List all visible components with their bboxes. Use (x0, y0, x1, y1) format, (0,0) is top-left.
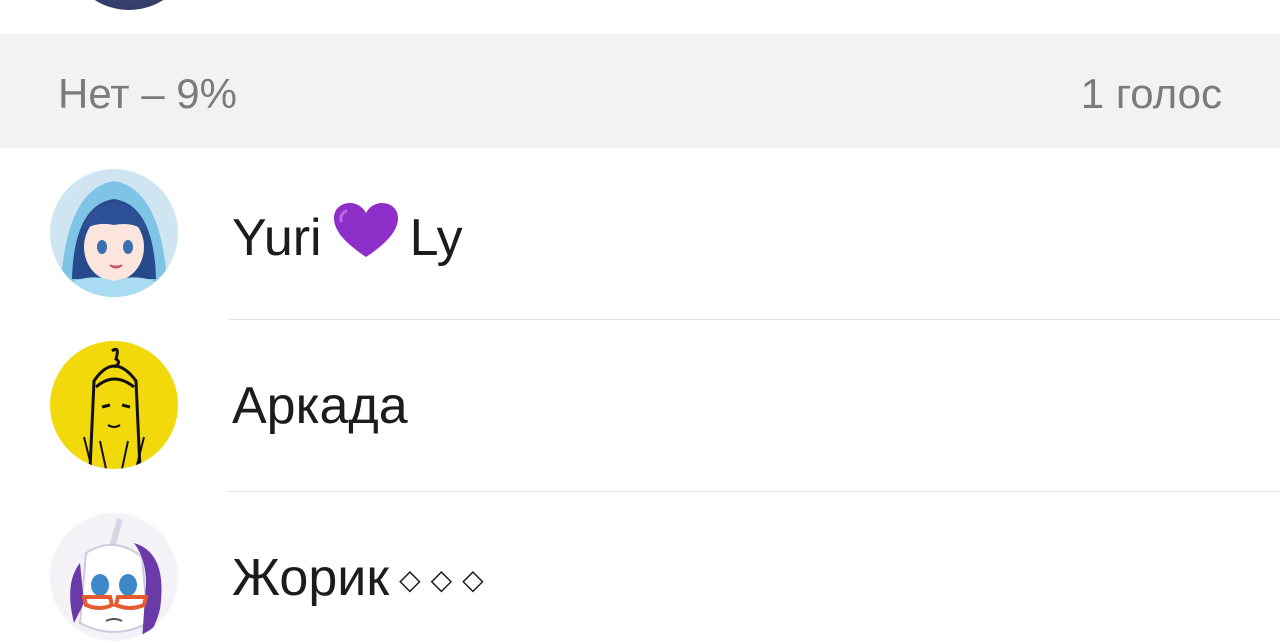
voter-name-part: Жорик (232, 549, 390, 607)
purple-heart-icon (333, 203, 398, 273)
avatar-anime-blue-hood-icon (50, 169, 178, 297)
voter-row[interactable]: Аркада (0, 320, 1280, 491)
diamond-decoration: ◇◇◇ (399, 563, 494, 596)
avatar-anime-yellow-sketch-icon (50, 341, 178, 469)
poll-option-vote-count: 1 голос (1080, 70, 1222, 117)
avatar (50, 169, 178, 297)
voter-row[interactable]: Yuri Ly (0, 148, 1280, 319)
avatar (50, 341, 178, 469)
voter-name: Жорик ◇◇◇ (232, 547, 494, 611)
avatar (50, 513, 178, 641)
avatar-white-pony-glasses-icon (50, 513, 178, 641)
poll-option-title: Нет – 9% (58, 70, 237, 117)
voter-name-part: Yuri (232, 209, 322, 267)
voter-name: Аркада (232, 377, 408, 435)
previous-voter-avatar[interactable] (65, 0, 193, 10)
voter-name-part: Ly (409, 209, 463, 267)
voter-row[interactable]: Жорик ◇◇◇ (0, 492, 1280, 643)
voter-name: Yuri Ly (232, 203, 463, 273)
poll-voters-screen: Нет – 9% 1 голос Yuri Ly Аркада Жорик ◇◇… (0, 0, 1280, 643)
